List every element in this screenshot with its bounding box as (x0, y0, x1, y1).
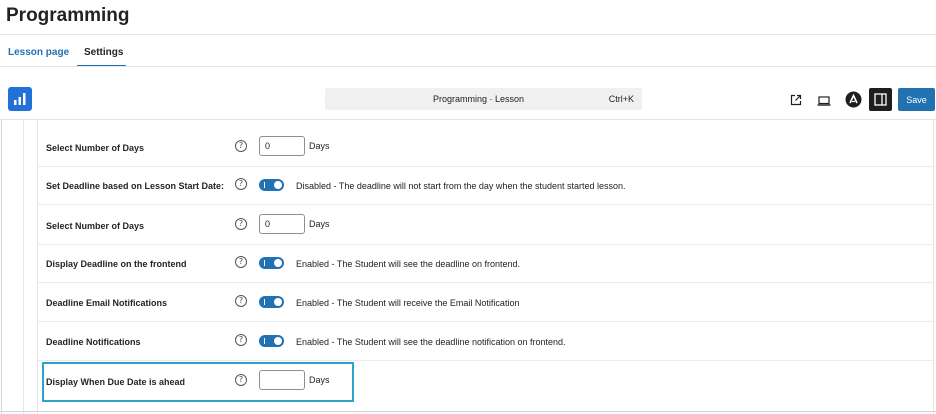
setting-row-deadline-start-date: Set Deadline based on Lesson Start Date:… (38, 166, 933, 204)
toggle-knob (274, 259, 282, 267)
days-unit: Days (309, 141, 330, 151)
command-palette-bar[interactable]: Programming · Lesson Ctrl+K (325, 88, 642, 110)
deadline-start-toggle[interactable] (259, 179, 284, 191)
toggle-description: Enabled - The Student will see the deadl… (296, 337, 566, 347)
astra-icon[interactable] (845, 91, 862, 113)
help-icon[interactable]: ? (235, 334, 247, 346)
setting-label: Set Deadline based on Lesson Start Date: (46, 181, 225, 191)
logo-bar-chart-icon[interactable] (8, 87, 32, 111)
days-input[interactable] (259, 136, 305, 156)
toggle-description: Disabled - The deadline will not start f… (296, 181, 626, 191)
setting-label: Deadline Notifications (46, 337, 141, 347)
editor-toolbar: Programming · Lesson Ctrl+K Save (0, 67, 936, 119)
setting-row-display-deadline: Display Deadline on the frontend ? Enabl… (38, 244, 933, 282)
command-bar-shortcut: Ctrl+K (608, 94, 634, 104)
editor-left-border (1, 120, 2, 414)
help-icon[interactable]: ? (235, 218, 247, 230)
setting-label: Select Number of Days (46, 221, 145, 231)
tab-settings[interactable]: Settings (84, 47, 123, 58)
setting-row-email-notifications: Deadline Email Notifications ? Enabled -… (38, 283, 933, 321)
panel-border (23, 120, 24, 414)
editor-right-border (933, 120, 934, 414)
toggle-tick (264, 260, 265, 266)
help-icon[interactable]: ? (235, 140, 247, 152)
deadline-notifications-toggle[interactable] (259, 335, 284, 347)
toggle-knob (274, 337, 282, 345)
setting-row-number-of-days-2: Select Number of Days ? Days (38, 206, 933, 244)
save-button[interactable]: Save (898, 88, 935, 111)
external-link-icon[interactable] (790, 93, 802, 111)
page-title: Programming (6, 5, 130, 26)
days-input[interactable] (259, 214, 305, 234)
setting-label: Select Number of Days (46, 143, 145, 153)
editor-bottom-border (0, 411, 936, 412)
days-unit: Days (309, 219, 330, 229)
help-icon[interactable]: ? (235, 256, 247, 268)
toggle-tick (264, 338, 265, 344)
command-bar-title: Programming · Lesson (432, 94, 525, 104)
row-divider (38, 360, 933, 361)
setting-label: Display Deadline on the frontend (46, 259, 187, 269)
email-notifications-toggle[interactable] (259, 296, 284, 308)
help-icon[interactable]: ? (235, 295, 247, 307)
setting-row-number-of-days: Select Number of Days ? Days (38, 128, 933, 166)
help-icon[interactable]: ? (235, 178, 247, 190)
display-deadline-toggle[interactable] (259, 257, 284, 269)
toggle-knob (274, 298, 282, 306)
highlight-box (42, 362, 354, 402)
view-desktop-icon[interactable] (817, 94, 831, 112)
row-divider (38, 204, 933, 205)
toggle-description: Enabled - The Student will receive the E… (296, 298, 520, 308)
tab-lesson-page[interactable]: Lesson page (8, 47, 69, 58)
toggle-tick (264, 299, 265, 305)
sidebar-toggle-icon[interactable] (869, 88, 892, 111)
toggle-tick (264, 182, 265, 188)
tab-bar: Lesson page Settings (0, 35, 936, 67)
setting-label: Deadline Email Notifications (46, 298, 168, 308)
toolbar-divider (0, 119, 936, 120)
setting-row-deadline-notifications: Deadline Notifications ? Enabled - The S… (38, 322, 933, 360)
toggle-description: Enabled - The Student will see the deadl… (296, 259, 520, 269)
toggle-knob (274, 181, 282, 189)
